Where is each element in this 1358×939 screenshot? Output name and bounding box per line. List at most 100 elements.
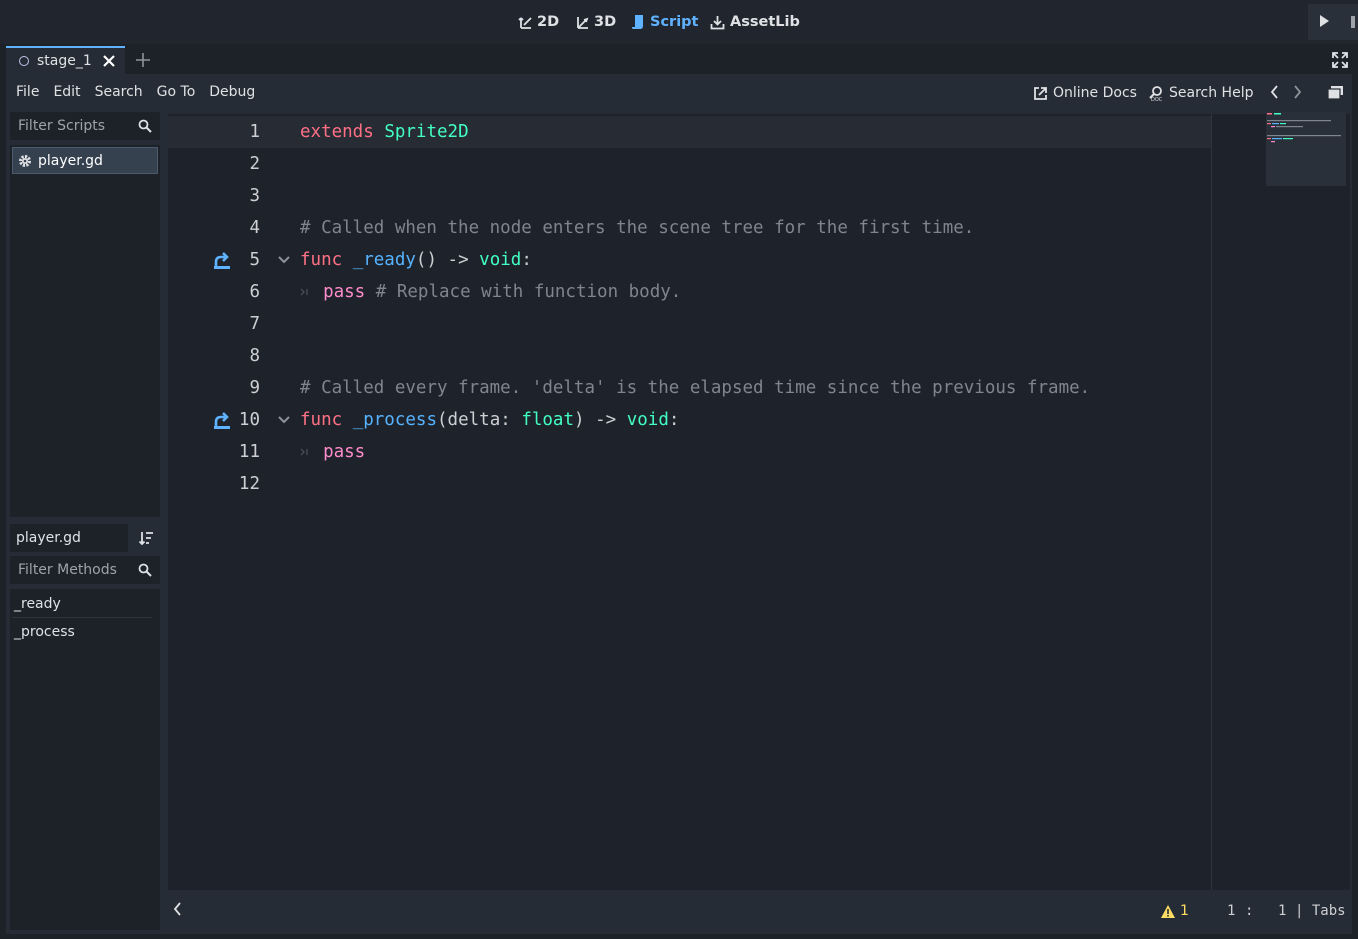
filter-methods-field	[10, 556, 160, 584]
method-item-ready[interactable]: _ready	[14, 592, 61, 616]
search-help-label: Search Help	[1169, 85, 1254, 101]
cursor-line: 1	[1227, 903, 1236, 919]
code-args: ()	[415, 250, 437, 270]
code-line-10: func _process(delta: float) -> void:	[300, 404, 679, 436]
cursor-column: 1	[1278, 903, 1287, 919]
line-number: 11	[238, 442, 260, 462]
help-search-icon: DOC	[1148, 85, 1164, 101]
line-length-guide	[1211, 114, 1212, 890]
code-function-name: _process	[352, 410, 437, 430]
workspace-script-button[interactable]: Script	[631, 10, 698, 34]
workspace-2d-button[interactable]: 2D	[518, 10, 559, 34]
code-function-name: _ready	[352, 250, 416, 270]
menu-file[interactable]: File	[16, 84, 39, 100]
method-divider	[12, 617, 152, 618]
workspace-3d-button[interactable]: 3D	[575, 10, 616, 34]
line-number: 4	[249, 218, 260, 238]
warning-count: 1	[1180, 903, 1189, 919]
code-symbol: (	[437, 410, 448, 430]
method-item-process[interactable]: _process	[14, 620, 75, 644]
workspace-assetlib-label: AssetLib	[730, 14, 800, 30]
code-keyword: func	[300, 250, 343, 270]
line-number: 1	[249, 122, 260, 142]
sort-methods-button[interactable]	[134, 526, 158, 550]
fold-chevron-down-icon[interactable]	[276, 412, 292, 428]
code-arrow: ->	[595, 410, 617, 430]
code-comment: # Called every frame. 'delta' is the ela…	[300, 378, 1091, 398]
tab-label: stage_1	[37, 53, 92, 69]
line-number: 6	[249, 282, 260, 302]
code-symbol: :	[521, 250, 532, 270]
menu-debug[interactable]: Debug	[209, 84, 255, 100]
3d-icon	[575, 15, 589, 29]
workspace-script-label: Script	[650, 14, 699, 30]
filter-methods-input[interactable]	[16, 561, 130, 579]
search-help-button[interactable]: DOC Search Help	[1148, 82, 1253, 104]
code-line-1: extends Sprite2D	[300, 116, 469, 148]
line-number: 3	[249, 186, 260, 206]
toggle-scripts-panel-icon[interactable]	[172, 900, 186, 920]
pause-icon[interactable]	[1350, 15, 1358, 29]
code-comment: # Replace with function body.	[375, 282, 682, 302]
code-param: delta	[447, 410, 501, 430]
code-symbol: :	[668, 410, 680, 430]
2d-icon	[518, 15, 532, 29]
history-forward-icon[interactable]	[1293, 84, 1307, 102]
minimap[interactable]	[1266, 112, 1346, 186]
code-keyword: pass	[323, 282, 366, 302]
code-comment: # Called when the node enters the scene …	[300, 218, 975, 238]
line-number: 7	[249, 314, 260, 334]
code-type: float	[521, 410, 575, 430]
indent-mode[interactable]: | Tabs	[1295, 901, 1346, 921]
code-line-4: # Called when the node enters the scene …	[300, 212, 974, 244]
current-script-label: player.gd	[16, 530, 81, 546]
tab-stage-1[interactable]: stage_1	[6, 46, 125, 74]
fold-chevron-down-icon[interactable]	[276, 252, 292, 268]
code-keyword: extends	[300, 122, 374, 142]
search-icon	[138, 563, 152, 577]
gear-icon	[18, 154, 32, 168]
scene-tab-bar	[0, 44, 1358, 74]
filter-scripts-field	[10, 112, 160, 140]
warning-icon	[1160, 904, 1176, 919]
override-method-icon[interactable]	[213, 251, 233, 271]
code-type: void	[479, 250, 522, 270]
assetlib-icon	[710, 15, 725, 30]
code-line-11: pass	[300, 436, 365, 468]
menu-edit[interactable]: Edit	[53, 84, 80, 100]
code-type: Sprite2D	[384, 122, 469, 142]
online-docs-button[interactable]: Online Docs	[1033, 82, 1137, 104]
code-line-9: # Called every frame. 'delta' is the ela…	[300, 372, 1090, 404]
toggle-panel-icon[interactable]	[1327, 85, 1345, 101]
code-line-5: func _ready() -> void:	[300, 244, 532, 276]
filter-scripts-input[interactable]	[16, 117, 130, 135]
script-icon	[631, 14, 645, 30]
add-tab-icon[interactable]	[134, 51, 152, 69]
close-icon[interactable]	[103, 55, 115, 67]
code-arrow: ->	[447, 250, 469, 270]
play-icon[interactable]	[1318, 14, 1332, 30]
cursor-separator: :	[1245, 903, 1254, 919]
warnings-button[interactable]: 1	[1160, 901, 1189, 921]
script-list-item-label: player.gd	[38, 152, 103, 169]
line-number: 2	[249, 154, 260, 174]
code-keyword: func	[300, 410, 343, 430]
code-symbol: )	[574, 410, 585, 430]
search-icon	[138, 119, 152, 133]
menu-go-to[interactable]: Go To	[157, 84, 196, 100]
history-back-icon[interactable]	[1269, 84, 1283, 102]
scene-circle-icon	[19, 56, 29, 66]
override-method-icon[interactable]	[213, 411, 233, 431]
workspace-assetlib-button[interactable]: AssetLib	[710, 10, 800, 34]
online-docs-label: Online Docs	[1053, 85, 1137, 101]
code-type: void	[626, 410, 669, 430]
code-symbol: :	[500, 410, 511, 430]
distraction-free-icon[interactable]	[1331, 51, 1349, 69]
code-line-6: pass # Replace with function body.	[300, 276, 681, 308]
line-number: 9	[249, 378, 260, 398]
current-script-name: player.gd	[10, 524, 128, 552]
scripts-list	[10, 145, 160, 517]
code-keyword: pass	[323, 442, 366, 462]
script-list-item-player[interactable]: player.gd	[12, 147, 158, 174]
menu-search[interactable]: Search	[95, 84, 143, 100]
